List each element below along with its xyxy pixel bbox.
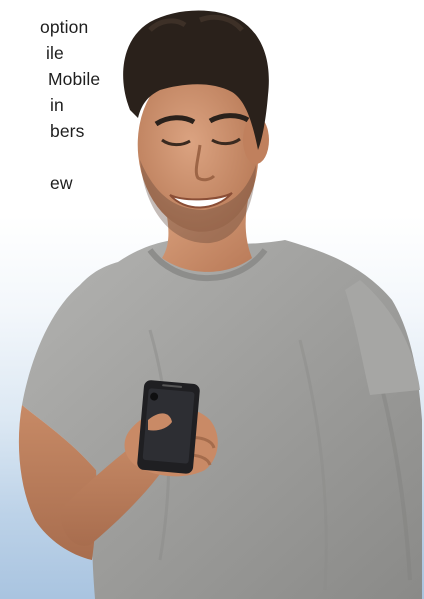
- man-with-phone-photo: [18, 10, 422, 599]
- smartphone: [137, 380, 200, 474]
- promo-panel: option ile Mobile in bers ew: [0, 0, 424, 599]
